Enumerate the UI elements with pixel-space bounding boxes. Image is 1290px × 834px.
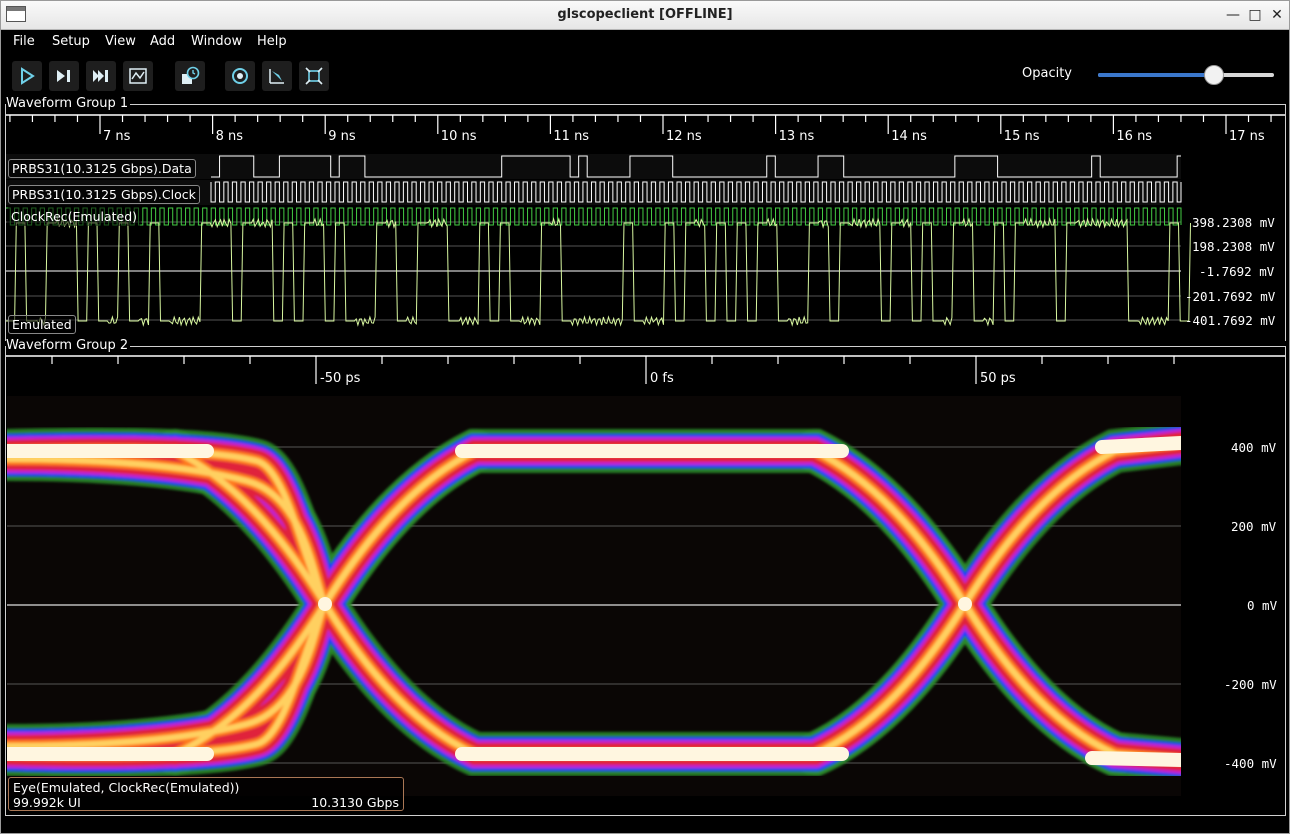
eye-data-rate: 10.3130 Gbps — [311, 795, 399, 810]
time-tick-label: 17 ns — [1229, 129, 1265, 144]
g2-voltage-label: -400 mV — [1224, 756, 1277, 771]
fullscreen-icon[interactable] — [262, 61, 292, 91]
window-title: glscopeclient [OFFLINE] — [557, 7, 733, 22]
time-tick-label: 9 ns — [328, 129, 356, 144]
force-trigger-icon[interactable] — [86, 61, 116, 91]
time-tick-label: 11 ns — [553, 129, 589, 144]
time-tick-label: 10 ns — [441, 129, 477, 144]
eye-diagram[interactable] — [7, 396, 1181, 796]
menu-window[interactable]: Window — [191, 34, 242, 49]
time-tick-label: 8 ns — [216, 129, 244, 144]
g1-voltage-label: -1.7692 mV — [1199, 264, 1275, 279]
g1-voltage-label: -401.7692 mV — [1185, 313, 1276, 328]
time-tick-label: 15 ns — [1004, 129, 1040, 144]
group-1-plot[interactable] — [6, 151, 1285, 337]
opacity-label: Opacity — [1022, 66, 1073, 81]
maximize-icon[interactable]: □ — [1246, 6, 1264, 24]
eye-core-band — [1095, 436, 1181, 454]
g1-voltage-label: 198.2308 mV — [1192, 239, 1275, 254]
eye-crossing-point — [318, 597, 332, 611]
eye-core-band — [1085, 751, 1181, 767]
menu-view[interactable]: View — [105, 34, 136, 49]
refresh-icon[interactable] — [225, 61, 255, 91]
menu-file[interactable]: File — [13, 34, 35, 49]
menu-help[interactable]: Help — [257, 34, 287, 49]
stop-trigger-icon[interactable] — [123, 61, 153, 91]
eye-info-box[interactable]: Eye(Emulated, ClockRec(Emulated)) 99.992… — [8, 777, 404, 811]
opacity-slider[interactable] — [1098, 65, 1274, 85]
g2-voltage-label: -200 mV — [1224, 677, 1277, 692]
g2-voltage-label: 400 mV — [1231, 440, 1277, 455]
history-icon[interactable] — [175, 61, 205, 91]
menu-setup[interactable]: Setup — [52, 34, 90, 49]
start-trigger-icon[interactable] — [12, 61, 42, 91]
time-tick-label: 16 ns — [1116, 129, 1152, 144]
app-window: glscopeclient [OFFLINE] — □ ✕ File Setup… — [0, 0, 1290, 834]
menu-bar: File Setup View Add Window Help — [1, 30, 1289, 54]
time-tick-label: -50 ps — [320, 371, 361, 386]
opacity-slider-knob[interactable] — [1204, 65, 1225, 85]
opacity-slider-fill — [1098, 73, 1215, 77]
toolbar: Opacity — [1, 54, 1289, 98]
group-2-timeline[interactable]: -50 ps 0 fs 50 ps — [6, 354, 1285, 388]
eye-ui-count: 99.992k UI — [13, 795, 81, 810]
single-trigger-icon[interactable] — [49, 61, 79, 91]
group-1-title: Waveform Group 1 — [6, 96, 131, 111]
zoom-fit-icon[interactable] — [299, 61, 329, 91]
g1-voltage-label: 398.2308 mV — [1192, 215, 1275, 230]
eye-channel-name: Eye(Emulated, ClockRec(Emulated)) — [13, 780, 240, 795]
g1-voltage-label: -201.7692 mV — [1185, 289, 1276, 304]
time-tick-label: 0 fs — [650, 371, 674, 386]
group-2-title: Waveform Group 2 — [6, 338, 131, 353]
group-1-timeline[interactable]: 7 ns 8 ns 9 ns 10 ns 11 ns 12 ns 13 ns 14 ns 15 … — [6, 112, 1285, 146]
close-icon[interactable]: ✕ — [1268, 6, 1286, 24]
channel-label-emulated[interactable]: Emulated — [8, 315, 76, 334]
channel-label-clock[interactable]: PRBS31(10.3125 Gbps).Clock — [8, 185, 200, 204]
time-tick-label: 50 ps — [980, 371, 1016, 386]
menu-add[interactable]: Add — [150, 34, 175, 49]
g2-voltage-label: 200 mV — [1231, 519, 1277, 534]
time-tick-label: 13 ns — [779, 129, 815, 144]
g2-voltage-label: 0 mV — [1247, 598, 1278, 613]
eye-crossing-point — [958, 597, 972, 611]
channel-label-clockrec[interactable]: ClockRec(Emulated) — [7, 207, 142, 226]
channel-label-data[interactable]: PRBS31(10.3125 Gbps).Data — [8, 159, 196, 178]
time-tick-label: 14 ns — [891, 129, 927, 144]
time-tick-label: 12 ns — [666, 129, 702, 144]
minimize-icon[interactable]: — — [1224, 6, 1242, 24]
title-bar: glscopeclient [OFFLINE] — □ ✕ — [1, 1, 1289, 30]
time-tick-label: 7 ns — [103, 129, 131, 144]
